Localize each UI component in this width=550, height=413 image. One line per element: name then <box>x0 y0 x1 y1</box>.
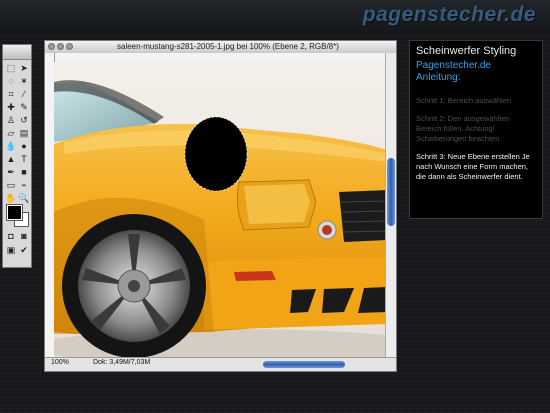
standard-mode-icon[interactable]: ◙ <box>18 231 30 242</box>
imageready-icon[interactable]: ✔ <box>18 245 30 256</box>
hand-tool-icon[interactable]: ✋ <box>5 193 17 204</box>
document-title: saleen-mustang-s281-2005-1.jpg bei 100% … <box>117 42 339 51</box>
path-select-icon[interactable]: ▲ <box>5 154 17 165</box>
pen-tool-icon[interactable]: ✒ <box>5 167 17 178</box>
notes-tool-icon[interactable]: ▭ <box>5 180 17 191</box>
toolbox-header[interactable] <box>3 45 31 60</box>
image-canvas[interactable] <box>54 62 387 359</box>
shape-tool-icon[interactable]: ■ <box>18 167 30 178</box>
dodge-tool-icon[interactable]: ● <box>18 141 30 152</box>
vertical-scrollbar[interactable] <box>385 53 396 359</box>
slice-tool-icon[interactable]: ⁄ <box>18 89 30 100</box>
horizontal-scroll-thumb[interactable] <box>263 361 345 368</box>
gradient-tool-icon[interactable]: ▤ <box>18 128 30 139</box>
step-3[interactable]: Schritt 3: Neue Ebene erstellen Je nach … <box>416 152 536 182</box>
history-brush-icon[interactable]: ↺ <box>18 115 30 126</box>
step-1[interactable]: Schritt 1: Bereich auswählen <box>416 96 536 106</box>
crop-tool-icon[interactable]: ⌗ <box>5 89 17 100</box>
eraser-tool-icon[interactable]: ▱ <box>5 128 17 139</box>
zoom-window-icon[interactable] <box>66 43 73 50</box>
car-photo <box>54 62 387 359</box>
brand-logo[interactable]: pagenstecher.de <box>363 3 536 27</box>
document-window: saleen-mustang-s281-2005-1.jpg bei 100% … <box>44 40 397 372</box>
minimize-window-icon[interactable] <box>57 43 64 50</box>
step-2[interactable]: Schritt 2: Den ausgewählten Bereich füll… <box>416 114 536 144</box>
screen-mode-icon[interactable]: ▣ <box>5 245 17 256</box>
zoom-tool-icon[interactable]: 🔍 <box>18 193 30 204</box>
brush-tool-icon[interactable]: ✎ <box>18 102 30 113</box>
quick-mask-icon[interactable]: ◘ <box>5 231 17 242</box>
vertical-scroll-thumb[interactable] <box>387 158 395 226</box>
magic-wand-icon[interactable]: ✶ <box>18 76 30 87</box>
marquee-tool-icon[interactable]: ⬚ <box>5 63 17 74</box>
site-header: pagenstecher.de <box>0 0 550 34</box>
close-window-icon[interactable] <box>48 43 55 50</box>
eyedropper-icon[interactable]: ⌁ <box>18 180 30 191</box>
stamp-tool-icon[interactable]: ♙ <box>5 115 17 126</box>
lasso-tool-icon[interactable]: ◌ <box>5 76 17 87</box>
zoom-level[interactable]: 100% <box>51 359 69 366</box>
blur-tool-icon[interactable]: 💧 <box>5 141 17 152</box>
type-tool-icon[interactable]: T <box>18 154 30 165</box>
instructions-panel: Scheinwerfer Styling Pagenstecher.de Anl… <box>409 40 543 219</box>
toolbox-palette: ⬚ ➤ ◌ ✶ ⌗ ⁄ ✚ ✎ ♙ ↺ ▱ ▤ 💧 ● ▲ T ✒ ■ ▭ ⌁ … <box>2 44 32 268</box>
panel-subtitle: Anleitung: <box>416 72 461 83</box>
foreground-color-swatch[interactable] <box>6 204 23 221</box>
healing-brush-icon[interactable]: ✚ <box>5 102 17 113</box>
panel-site-link[interactable]: Pagenstecher.de <box>416 60 536 72</box>
move-tool-icon[interactable]: ➤ <box>18 63 30 74</box>
panel-title: Scheinwerfer Styling <box>416 45 517 57</box>
status-bar: 100% Dok: 3,49M/7,03M <box>45 357 396 371</box>
document-size-info[interactable]: Dok: 3,49M/7,03M <box>93 359 150 366</box>
